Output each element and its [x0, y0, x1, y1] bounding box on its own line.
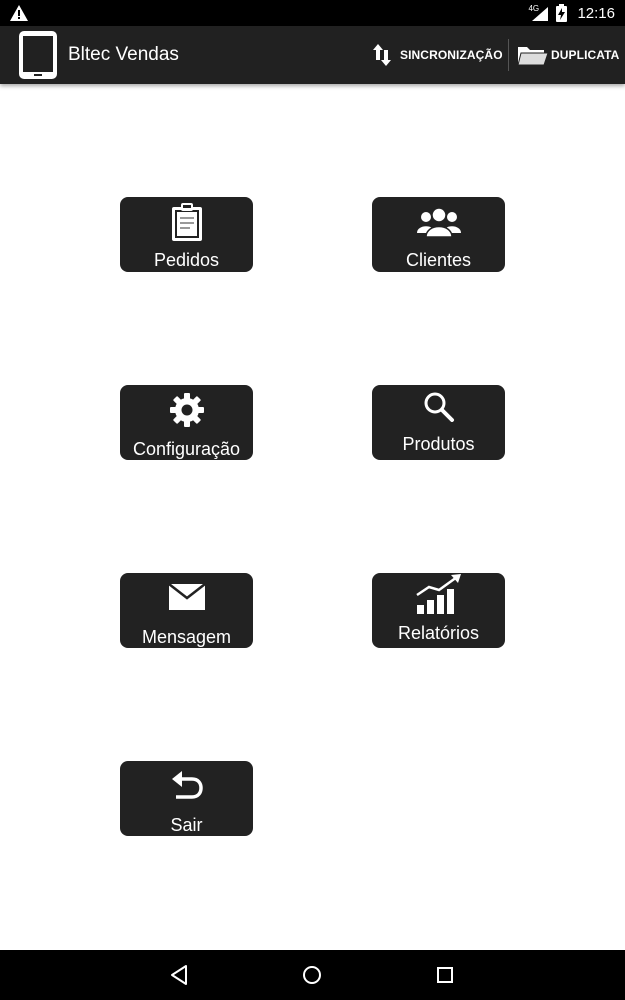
sync-label: SINCRONIZAÇÃO — [400, 48, 503, 62]
sync-button[interactable]: SINCRONIZAÇÃO — [372, 26, 503, 84]
sair-button[interactable]: Sair — [120, 761, 253, 836]
relatorios-label: Relatórios — [397, 623, 480, 643]
mensagem-label: Mensagem — [141, 627, 232, 647]
produtos-label: Produtos — [402, 434, 475, 454]
clientes-label: Clientes — [405, 250, 472, 270]
clock: 12:16 — [577, 4, 615, 22]
back-icon[interactable] — [167, 963, 191, 987]
produtos-button[interactable]: Produtos — [372, 385, 505, 460]
action-divider — [508, 39, 509, 71]
relatorios-button[interactable]: Relatórios — [372, 573, 505, 648]
clientes-button[interactable]: Clientes — [372, 197, 505, 272]
users-icon — [416, 207, 461, 237]
navigation-bar — [0, 950, 625, 1000]
undo-arrow-icon — [171, 771, 203, 799]
search-icon — [424, 392, 454, 422]
recents-icon[interactable] — [433, 963, 457, 987]
clipboard-icon — [171, 203, 202, 241]
configuracao-label: Configuração — [132, 439, 241, 459]
status-bar: 4G 12:16 — [0, 0, 625, 26]
duplicata-label: DUPLICATA — [551, 48, 620, 62]
pedidos-label: Pedidos — [153, 250, 220, 270]
folder-icon — [517, 47, 549, 66]
warning-icon — [10, 5, 28, 21]
sync-arrows-icon — [373, 44, 391, 66]
bar-chart-icon — [415, 574, 461, 614]
tablet-icon — [19, 31, 57, 79]
sair-label: Sair — [170, 815, 203, 835]
battery-icon — [556, 4, 568, 22]
duplicata-button[interactable]: DUPLICATA — [517, 26, 619, 84]
pedidos-button[interactable]: Pedidos — [120, 197, 253, 272]
mensagem-button[interactable]: Mensagem — [120, 573, 253, 648]
configuracao-button[interactable]: Configuração — [120, 385, 253, 460]
gear-icon — [169, 393, 204, 427]
signal-icon: 4G — [528, 4, 550, 22]
action-bar: Bltec Vendas SINCRONIZAÇÃO DUPLICATA — [0, 26, 625, 84]
envelope-icon — [168, 584, 205, 610]
home-icon[interactable] — [300, 963, 324, 987]
app-title: Bltec Vendas — [68, 44, 179, 65]
